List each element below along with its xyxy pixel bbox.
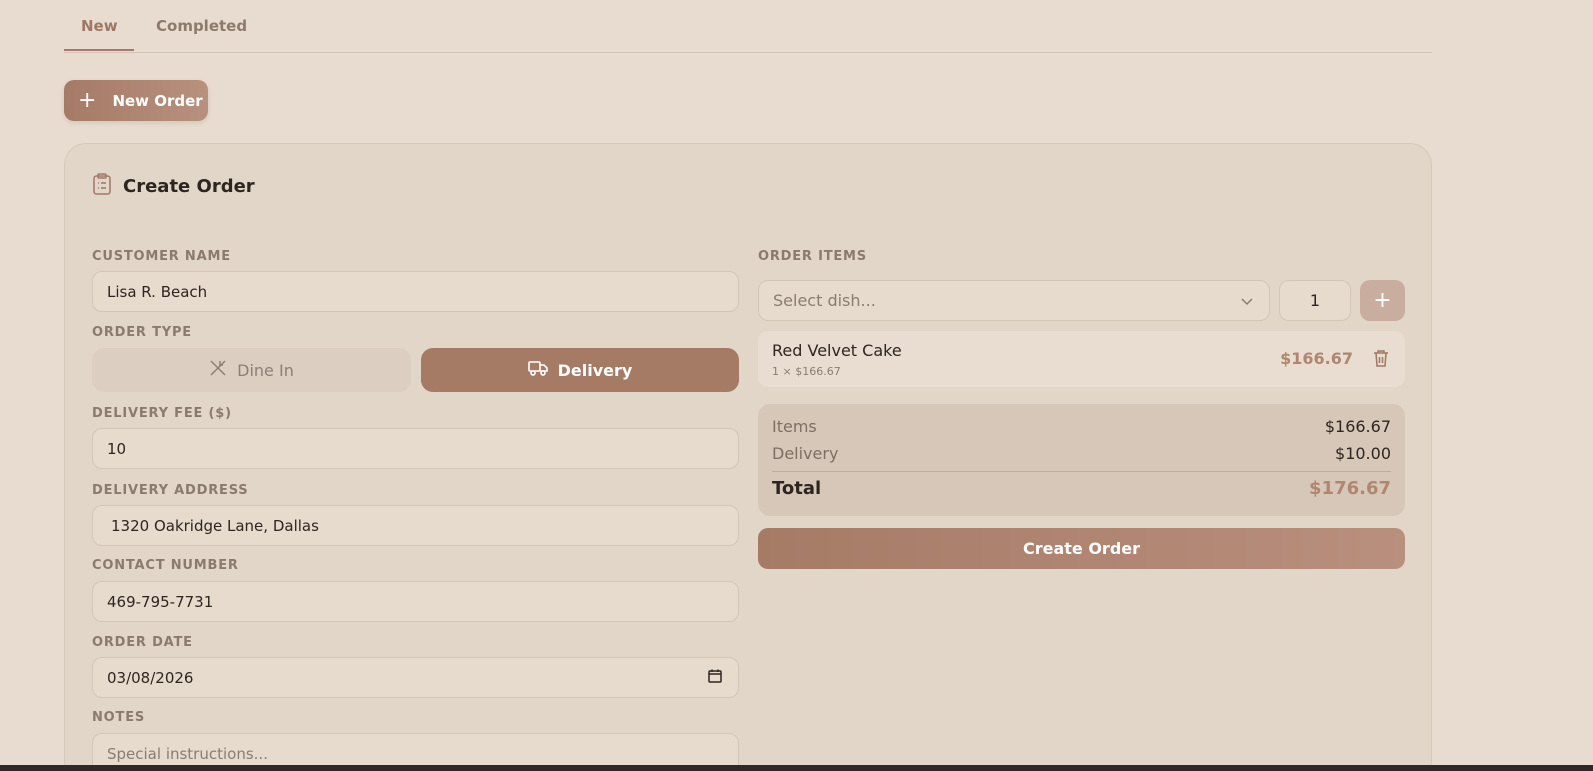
item-detail: 1 × $166.67 <box>772 365 841 378</box>
summary-delivery-label: Delivery <box>772 444 839 463</box>
customer-name-input[interactable]: Lisa R. Beach <box>92 271 739 312</box>
chevron-down-icon <box>1241 291 1253 310</box>
contact-number-value: 469-795-7731 <box>107 592 214 611</box>
order-type-label: ORDER TYPE <box>92 325 192 340</box>
order-items-label: ORDER ITEMS <box>758 249 867 264</box>
new-order-button[interactable]: + New Order <box>64 80 208 121</box>
customer-name-label: CUSTOMER NAME <box>92 249 231 264</box>
tab-completed[interactable]: Completed <box>156 17 247 35</box>
truck-icon <box>527 360 548 380</box>
trash-icon[interactable] <box>1373 349 1389 371</box>
tab-bar: New Completed <box>64 0 1432 53</box>
plus-icon: + <box>78 87 97 113</box>
summary-total-label: Total <box>772 478 822 499</box>
order-date-input[interactable]: 03/08/2026 <box>92 657 739 698</box>
dish-select-placeholder: Select dish... <box>773 291 876 310</box>
create-order-button-label: Create Order <box>1022 539 1141 558</box>
order-item-row: Red Velvet Cake 1 × $166.67 $166.67 <box>758 331 1405 387</box>
summary-items-row: Items $166.67 <box>772 417 1391 436</box>
item-price: $166.67 <box>1280 349 1353 368</box>
delivery-address-value: 1320 Oakridge Lane, Dallas <box>111 516 319 535</box>
notes-placeholder: Special instructions... <box>107 744 268 763</box>
add-item-button[interactable]: + <box>1360 280 1405 321</box>
delivery-fee-value: 10 <box>107 439 127 458</box>
notes-label: NOTES <box>92 710 146 725</box>
quantity-value: 1 <box>1309 291 1321 310</box>
summary-items-value: $166.67 <box>1324 417 1391 436</box>
card-title: Create Order <box>123 176 255 197</box>
card-header: Create Order <box>91 172 255 201</box>
bottom-bar <box>0 765 1593 771</box>
dine-in-button[interactable]: Dine In <box>92 348 411 392</box>
summary-items-label: Items <box>772 417 817 436</box>
tab-new[interactable]: New <box>81 17 118 35</box>
active-tab-indicator <box>64 49 134 51</box>
quantity-input[interactable]: 1 <box>1279 280 1351 321</box>
summary-total-row: Total $176.67 <box>772 478 1391 499</box>
calendar-icon[interactable] <box>708 669 722 687</box>
dish-select[interactable]: Select dish... <box>758 280 1270 321</box>
delivery-button[interactable]: Delivery <box>421 348 739 392</box>
summary-delivery-row: Delivery $10.00 <box>772 444 1391 463</box>
order-summary: Items $166.67 Delivery $10.00 Total $176… <box>758 404 1405 516</box>
contact-number-label: CONTACT NUMBER <box>92 558 239 573</box>
delivery-label: Delivery <box>557 360 633 380</box>
delivery-fee-label: DELIVERY FEE ($) <box>92 406 232 421</box>
order-date-value: 03/08/2026 <box>107 668 194 687</box>
delivery-address-input[interactable]: 1320 Oakridge Lane, Dallas <box>92 505 739 546</box>
summary-total-value: $176.67 <box>1309 478 1391 499</box>
delivery-address-label: DELIVERY ADDRESS <box>92 483 249 498</box>
new-order-button-label: New Order <box>112 91 203 110</box>
clipboard-icon <box>91 172 113 201</box>
dine-in-label: Dine In <box>237 360 294 380</box>
plus-icon: + <box>1373 288 1392 313</box>
summary-delivery-value: $10.00 <box>1335 444 1391 463</box>
summary-divider <box>772 471 1391 472</box>
create-order-button[interactable]: Create Order <box>758 528 1405 569</box>
create-order-card: Create Order CUSTOMER NAME Lisa R. Beach… <box>64 143 1432 771</box>
contact-number-input[interactable]: 469-795-7731 <box>92 581 739 622</box>
customer-name-value: Lisa R. Beach <box>107 282 208 301</box>
order-date-label: ORDER DATE <box>92 635 193 650</box>
delivery-fee-input[interactable]: 10 <box>92 428 739 469</box>
utensils-crossed-icon <box>209 359 227 381</box>
item-name: Red Velvet Cake <box>772 341 902 360</box>
